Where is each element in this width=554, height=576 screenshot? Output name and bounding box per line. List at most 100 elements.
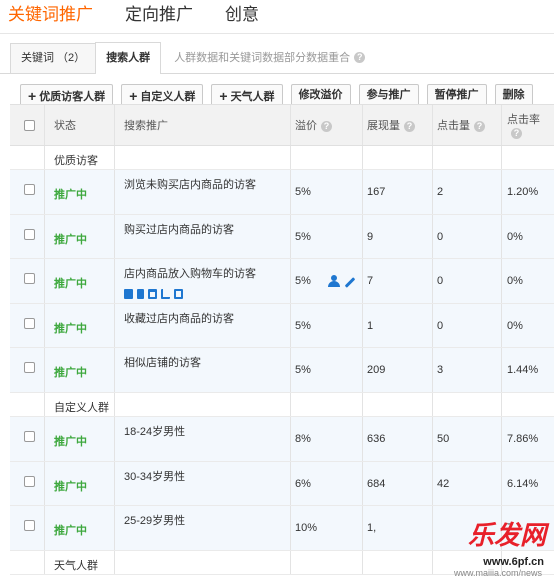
table-row[interactable]: 推广中 浏览未购买店内商品的访客 5% 167 2 1.20% (10, 170, 554, 215)
person-icon[interactable] (328, 275, 341, 288)
add-quality-visitor-button[interactable]: + 优质访客人群 (20, 84, 114, 106)
bid-edit-icons (328, 275, 356, 288)
cell-bid: 5% (295, 230, 311, 243)
cell-bid: 5% (295, 364, 311, 377)
cell-ctr: 1.44% (507, 364, 539, 377)
row-checkbox[interactable] (24, 362, 35, 374)
crowd-name: 收藏过店内商品的访客 (124, 312, 234, 325)
status-badge: 推广中 (54, 189, 87, 201)
report-icon[interactable] (174, 289, 183, 300)
cell-ctr: 7.86% (507, 432, 539, 445)
join-promotion-button[interactable]: 参与推广 (358, 84, 419, 106)
help-icon[interactable]: ? (354, 51, 366, 63)
group-title: 自定义人群 (54, 401, 109, 414)
header-ctr[interactable]: 点击率? (507, 111, 554, 139)
group-row: 优质访客 (10, 146, 554, 170)
help-icon[interactable]: ? (404, 121, 415, 132)
crowd-name: 25-29岁男性 (124, 515, 186, 528)
row-checkbox[interactable] (24, 317, 35, 329)
crowd-name: 30-34岁男性 (124, 470, 186, 483)
header-bid[interactable]: 溢价? (295, 117, 332, 133)
cell-impressions: 636 (367, 432, 386, 445)
plus-icon: + (219, 88, 228, 104)
plus-icon: + (28, 88, 37, 104)
add-custom-crowd-button[interactable]: + 自定义人群 (121, 84, 204, 106)
plus-icon: + (129, 88, 138, 104)
header-search: 搜索推广 (124, 120, 168, 132)
cell-impressions: 209 (367, 364, 386, 377)
delete-button[interactable]: 删除 (494, 84, 533, 106)
cell-bid: 5% (295, 319, 311, 332)
group-row: 自定义人群 (10, 392, 554, 417)
watermark-brand: 乐发网 (467, 521, 546, 551)
status-badge: 推广中 (54, 233, 87, 246)
button-label: 自定义人群 (140, 91, 196, 103)
crowd-name: 店内商品放入购物车的访客 (124, 268, 256, 281)
tab-creative[interactable]: 创意 (225, 0, 259, 33)
cell-ctr: 0% (507, 319, 523, 332)
add-weather-crowd-button[interactable]: + 天气人群 (211, 84, 283, 106)
top-nav: 关键词推广 定向推广 创意 (0, 0, 554, 34)
cell-impressions: 1 (367, 319, 374, 332)
help-icon[interactable]: ? (321, 121, 332, 132)
header-clicks-label: 点击量 (437, 120, 470, 132)
crowd-name: 购买过店内商品的访客 (124, 223, 234, 236)
table-row[interactable]: 推广中 18-24岁男性 8% 636 50 7.86% (10, 416, 554, 462)
group-title: 天气人群 (54, 559, 98, 572)
cell-bid: 5% (295, 186, 311, 198)
subtab-keywords[interactable]: 关键词 （2） (10, 43, 97, 73)
cell-clicks: 42 (437, 477, 450, 490)
help-icon[interactable]: ? (511, 128, 522, 139)
row-checkbox[interactable] (24, 184, 35, 195)
cell-ctr: 0% (507, 230, 523, 243)
row-actions (124, 289, 183, 300)
cell-ctr: 1.20% (507, 186, 539, 198)
cell-clicks: 2 (437, 186, 444, 198)
help-icon[interactable]: ? (474, 121, 485, 132)
cell-bid: 8% (295, 432, 311, 445)
table-row[interactable]: 推广中 购买过店内商品的访客 5% 9 0 0% (10, 214, 554, 260)
table-row[interactable]: 推广中 收藏过店内商品的访客 5% 1 0 0% (10, 303, 554, 349)
row-checkbox[interactable] (24, 475, 35, 487)
header-impressions[interactable]: 展现量? (367, 117, 415, 133)
cell-impressions: 9 (367, 230, 374, 243)
cell-clicks: 50 (437, 432, 450, 445)
crowd-name: 18-24岁男性 (124, 425, 186, 438)
subtab-search-crowd[interactable]: 搜索人群 (95, 42, 162, 74)
cell-clicks: 3 (437, 364, 444, 377)
modify-bid-button[interactable]: 修改溢价 (290, 84, 351, 106)
header-ctr-label: 点击率 (507, 114, 540, 126)
group-title: 优质访客 (54, 155, 98, 167)
cell-impressions: 167 (367, 186, 386, 198)
pencil-icon[interactable] (344, 276, 356, 288)
table-row[interactable]: 推广中 相似店铺的访客 5% 209 3 1.44% (10, 348, 554, 393)
pause-promotion-button[interactable]: 暂停推广 (426, 84, 487, 106)
document-icon[interactable] (137, 289, 144, 300)
cell-clicks: 0 (437, 230, 444, 243)
table-row[interactable]: 推广中 30-34岁男性 6% 684 42 6.14% (10, 461, 554, 507)
status-badge: 推广中 (54, 278, 87, 291)
chart-icon[interactable] (161, 289, 170, 300)
trash-icon[interactable] (148, 289, 157, 300)
cell-ctr: 0% (507, 275, 523, 288)
subtab-note: 人群数据和关键词数据部分数据重合 ? (174, 49, 366, 73)
cell-ctr: 6.14% (507, 477, 539, 490)
button-label: 优质访客人群 (39, 91, 106, 103)
row-checkbox[interactable] (24, 430, 35, 442)
row-checkbox[interactable] (24, 228, 35, 240)
row-checkbox[interactable] (24, 273, 35, 285)
cell-bid: 10% (295, 522, 318, 535)
pause-icon[interactable] (124, 289, 133, 300)
header-clicks[interactable]: 点击量? (437, 117, 485, 133)
cell-bid: 5% (295, 275, 311, 288)
row-checkbox[interactable] (24, 520, 35, 532)
select-all-checkbox[interactable] (24, 120, 35, 131)
table-row[interactable]: 推广中 店内商品放入购物车的访客 5% 7 0 0% (10, 259, 554, 304)
tab-keyword-promotion[interactable]: 关键词推广 (8, 0, 93, 33)
status-badge: 推广中 (54, 480, 87, 493)
header-impressions-label: 展现量 (367, 120, 400, 132)
tab-targeted-promotion[interactable]: 定向推广 (125, 0, 193, 33)
cell-clicks: 0 (437, 319, 444, 332)
watermark-url2: www.maijia.com/news (453, 568, 542, 576)
crowd-name: 相似店铺的访客 (124, 357, 201, 370)
